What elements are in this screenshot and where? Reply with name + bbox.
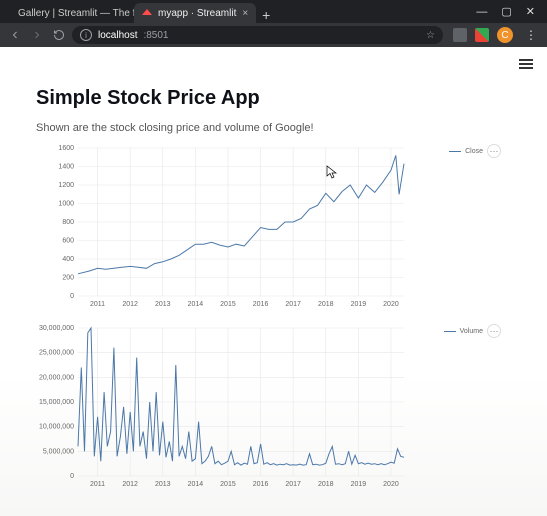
new-tab-button[interactable]: + xyxy=(256,7,276,23)
tab-gallery[interactable]: Gallery | Streamlit — The fastest × xyxy=(4,3,134,23)
svg-text:600: 600 xyxy=(62,238,74,245)
tab-strip: Gallery | Streamlit — The fastest × myap… xyxy=(0,0,464,23)
chart-menu-icon[interactable]: ⋯ xyxy=(487,144,501,158)
svg-text:2011: 2011 xyxy=(90,301,105,308)
maximize-icon[interactable]: ▢ xyxy=(501,5,511,18)
legend-line-icon xyxy=(444,331,456,332)
page-subtitle: Shown are the stock closing price and vo… xyxy=(36,122,511,134)
svg-text:30,000,000: 30,000,000 xyxy=(39,325,74,332)
tab-myapp[interactable]: myapp · Streamlit × xyxy=(134,3,256,23)
tab-label: myapp · Streamlit xyxy=(158,8,236,19)
svg-text:2020: 2020 xyxy=(383,481,399,488)
svg-text:2011: 2011 xyxy=(90,481,105,488)
svg-text:2019: 2019 xyxy=(351,481,367,488)
chrome-menu-icon[interactable]: ⋮ xyxy=(521,28,541,42)
chart-legend: Close ⋯ xyxy=(449,144,501,158)
svg-text:1200: 1200 xyxy=(58,182,74,189)
omnibox[interactable]: i localhost :8501 ☆ xyxy=(72,26,443,44)
tab-label: Gallery | Streamlit — The fastest xyxy=(18,8,134,19)
chart-svg[interactable]: 0 5,000,000 10,000,000 15,000,000 20,000,000… xyxy=(36,322,456,492)
extension-icon[interactable] xyxy=(453,28,467,42)
chart-volume: 0 5,000,000 10,000,000 15,000,000 20,000,000… xyxy=(36,322,511,492)
window-controls: — ▢ ✕ xyxy=(464,0,547,23)
page-title: Simple Stock Price App xyxy=(36,87,511,110)
browser-window: Gallery | Streamlit — The fastest × myap… xyxy=(0,0,547,516)
svg-text:2018: 2018 xyxy=(318,301,334,308)
chart-close-price: 0 200 400 600 800 1000 1200 1400 1600 2011 2012 201… xyxy=(36,142,511,312)
close-window-icon[interactable]: ✕ xyxy=(526,5,535,18)
site-info-icon[interactable]: i xyxy=(80,29,92,41)
svg-text:5,000,000: 5,000,000 xyxy=(43,448,74,455)
svg-text:200: 200 xyxy=(62,275,74,282)
chart-menu-icon[interactable]: ⋯ xyxy=(487,324,501,338)
svg-text:0: 0 xyxy=(70,473,74,480)
close-icon[interactable]: × xyxy=(242,8,248,19)
reload-button[interactable] xyxy=(50,26,68,44)
svg-text:2012: 2012 xyxy=(122,301,138,308)
address-bar: i localhost :8501 ☆ C ⋮ xyxy=(0,23,547,47)
svg-text:2018: 2018 xyxy=(318,481,334,488)
extensions-area: C ⋮ xyxy=(447,27,541,43)
svg-text:400: 400 xyxy=(62,256,74,263)
extension-icon[interactable] xyxy=(475,28,489,42)
svg-text:2016: 2016 xyxy=(253,301,269,308)
bookmark-star-icon[interactable]: ☆ xyxy=(426,30,435,41)
svg-text:2019: 2019 xyxy=(351,301,367,308)
url-host: localhost xyxy=(98,30,137,41)
svg-text:2014: 2014 xyxy=(188,481,204,488)
back-button[interactable] xyxy=(6,26,24,44)
svg-text:2015: 2015 xyxy=(220,481,236,488)
forward-button[interactable] xyxy=(28,26,46,44)
svg-text:1600: 1600 xyxy=(58,145,74,152)
svg-text:2013: 2013 xyxy=(155,301,171,308)
streamlit-favicon-icon xyxy=(142,8,152,18)
svg-text:0: 0 xyxy=(70,293,74,300)
svg-text:10,000,000: 10,000,000 xyxy=(39,424,74,431)
main-content: Simple Stock Price App Shown are the sto… xyxy=(0,47,547,512)
page-viewport: Simple Stock Price App Shown are the sto… xyxy=(0,47,547,516)
svg-text:15,000,000: 15,000,000 xyxy=(39,399,74,406)
svg-text:2017: 2017 xyxy=(285,301,301,308)
svg-text:2016: 2016 xyxy=(253,481,269,488)
chart-legend: Volume ⋯ xyxy=(444,324,501,338)
legend-line-icon xyxy=(449,151,461,152)
svg-text:2020: 2020 xyxy=(383,301,399,308)
profile-avatar[interactable]: C xyxy=(497,27,513,43)
svg-text:2013: 2013 xyxy=(155,481,171,488)
legend-label: Close xyxy=(465,148,483,155)
svg-text:2014: 2014 xyxy=(188,301,204,308)
svg-text:2015: 2015 xyxy=(220,301,236,308)
svg-text:2012: 2012 xyxy=(122,481,138,488)
svg-text:800: 800 xyxy=(62,219,74,226)
url-path: :8501 xyxy=(143,30,168,41)
svg-text:25,000,000: 25,000,000 xyxy=(39,350,74,357)
svg-text:1000: 1000 xyxy=(58,201,74,208)
streamlit-menu-icon[interactable] xyxy=(519,57,533,71)
svg-text:2017: 2017 xyxy=(285,481,301,488)
legend-label: Volume xyxy=(460,328,483,335)
title-bar: Gallery | Streamlit — The fastest × myap… xyxy=(0,0,547,23)
svg-text:20,000,000: 20,000,000 xyxy=(39,374,74,381)
svg-text:1400: 1400 xyxy=(58,164,74,171)
minimize-icon[interactable]: — xyxy=(476,6,487,18)
chart-svg[interactable]: 0 200 400 600 800 1000 1200 1400 1600 2011 2012 201… xyxy=(36,142,456,312)
